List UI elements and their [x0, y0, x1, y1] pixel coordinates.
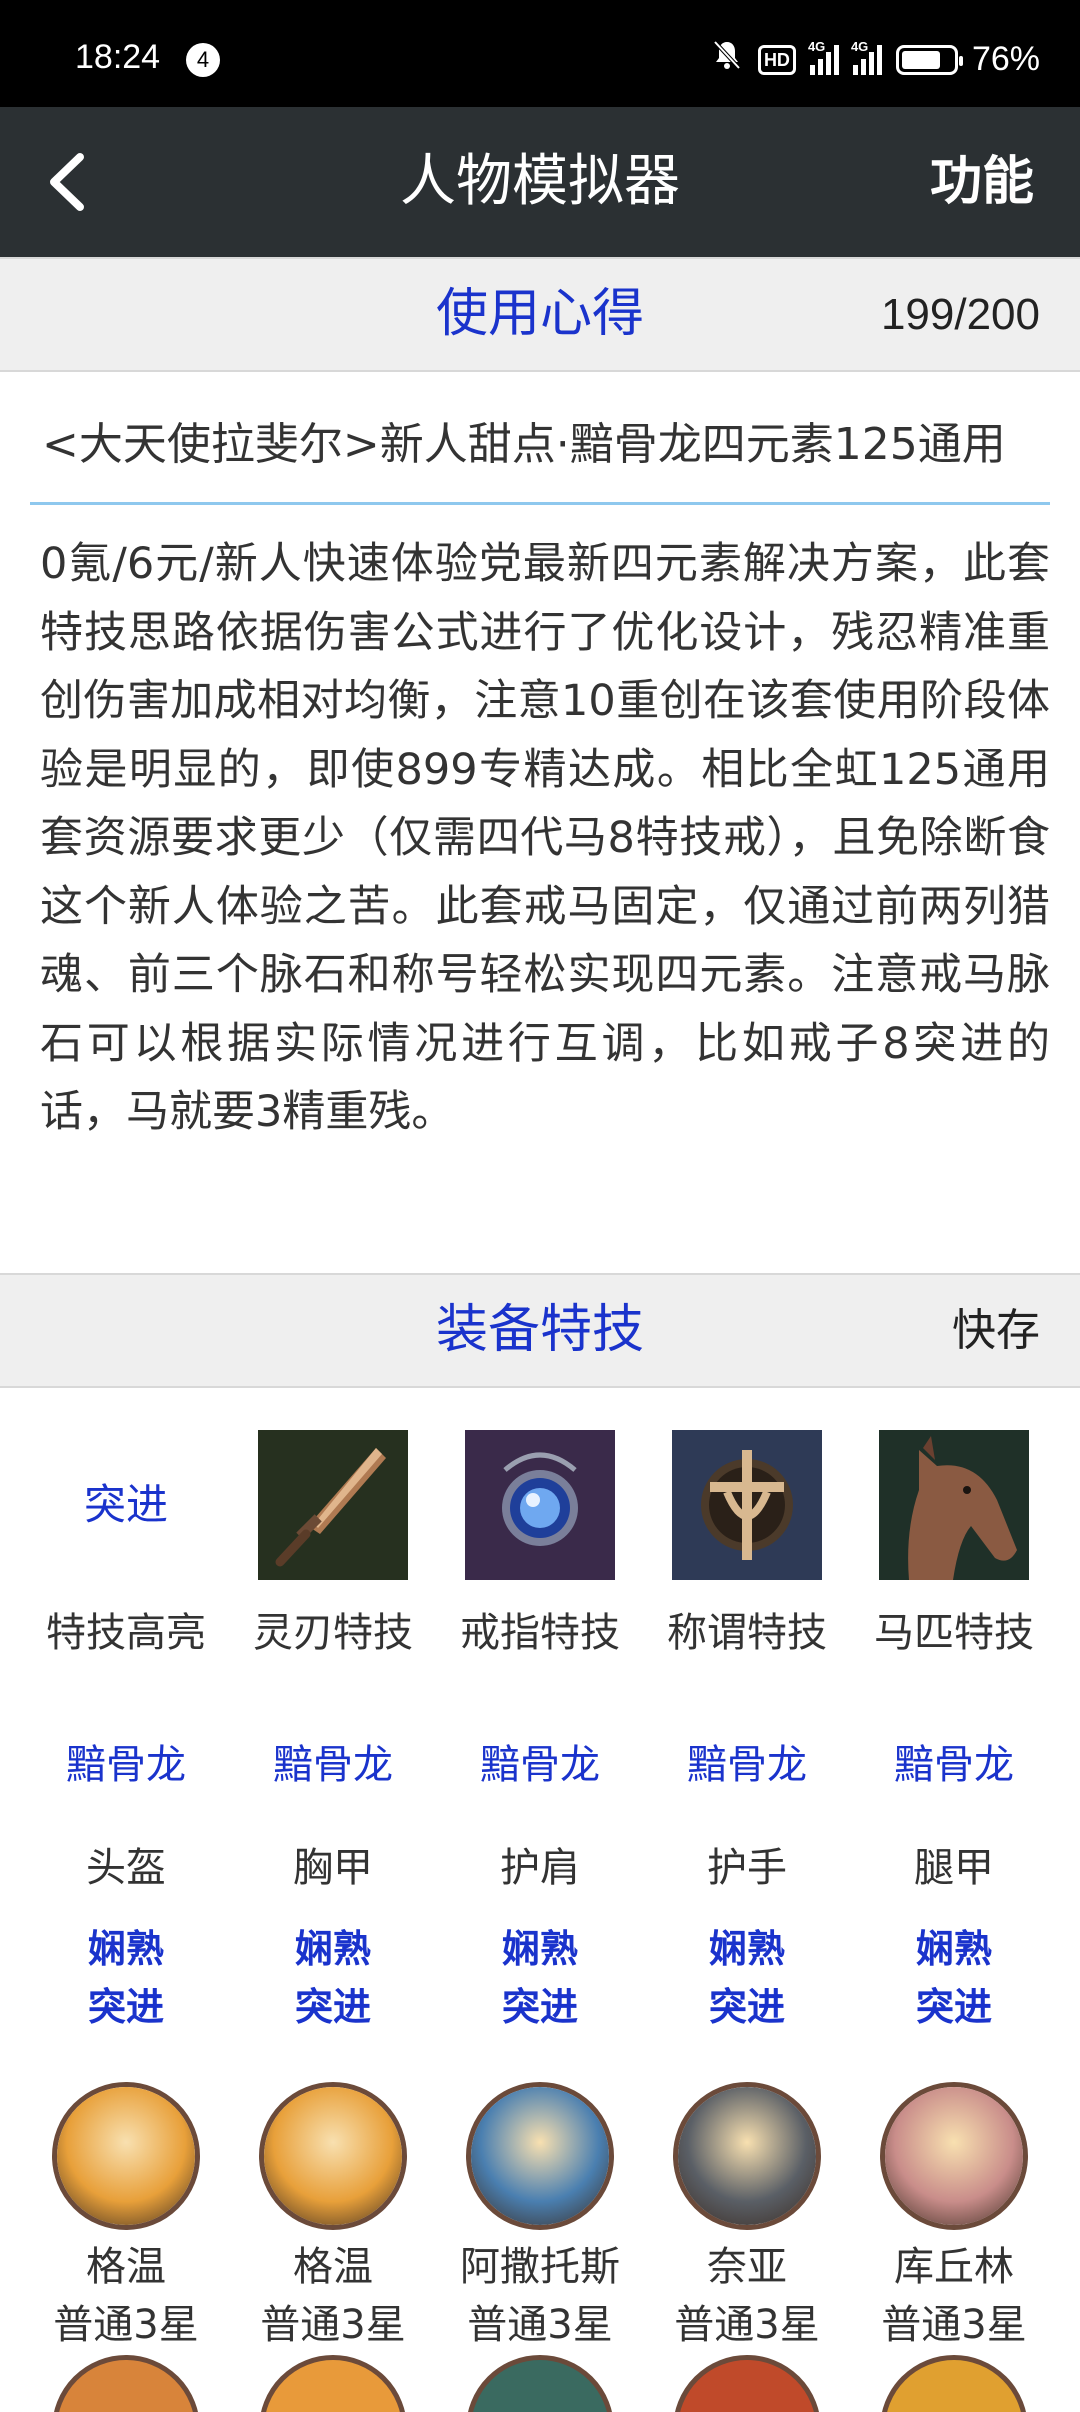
armor-mod-2[interactable]: 突进 — [437, 1978, 643, 2036]
hero-avatar[interactable] — [52, 2082, 200, 2230]
hero-slot-1[interactable]: 格温 普通3星 — [23, 2082, 229, 2354]
signal-icon: 4G — [808, 39, 839, 75]
character-counter: 199/200 — [880, 290, 1040, 339]
hero-slot-3[interactable]: 阿撒托斯 普通3星 — [437, 2082, 643, 2354]
notes-section-header: 使用心得 199/200 — [0, 257, 1080, 372]
hero-avatar[interactable] — [259, 2082, 407, 2230]
armor-slot-shoulder[interactable]: 黯骨龙 护肩 娴熟 突进 — [437, 1735, 643, 2036]
hero-avatar[interactable] — [466, 2082, 614, 2230]
armor-mod-2[interactable]: 突进 — [23, 1978, 229, 2036]
hd-icon: HD — [757, 44, 796, 75]
armor-mod-2[interactable]: 突进 — [644, 1978, 850, 2036]
armor-set-name[interactable]: 黯骨龙 — [851, 1735, 1057, 1795]
hero-slot-4[interactable]: 奈亚 普通3星 — [644, 2082, 850, 2354]
skill-label: 戒指特技 — [460, 1610, 620, 1656]
hero-name: 阿撒托斯 — [460, 2244, 620, 2290]
hero-avatar[interactable] — [673, 2355, 821, 2412]
armor-mod-1[interactable]: 娴熟 — [644, 1920, 850, 1978]
hero-avatar[interactable] — [673, 2082, 821, 2230]
skill-highlight-value[interactable]: 突进 — [51, 1430, 201, 1580]
armor-mod-1[interactable]: 娴熟 — [230, 1920, 436, 1978]
hero-avatar[interactable] — [880, 2355, 1028, 2412]
hero-avatar[interactable] — [52, 2355, 200, 2412]
armor-slot-label: 头盔 — [86, 1845, 166, 1891]
hero-avatar[interactable] — [880, 2082, 1028, 2230]
armor-mod-1[interactable]: 娴熟 — [851, 1920, 1057, 1978]
hero-grade: 普通3星 — [467, 2302, 613, 2348]
blade-skill-cell[interactable]: 灵刃特技 — [230, 1430, 436, 1658]
hero-grade: 普通3星 — [53, 2302, 199, 2348]
hero-name: 格温 — [86, 2244, 166, 2290]
battery-fill — [901, 50, 940, 69]
hero-avatar[interactable] — [466, 2355, 614, 2412]
skill-label: 称谓特技 — [667, 1610, 827, 1656]
armor-mod-1[interactable]: 娴熟 — [437, 1920, 643, 1978]
quick-save-button[interactable]: 快存 — [952, 1275, 1040, 1386]
hero-slot-5[interactable]: 库丘林 普通3星 — [851, 2082, 1057, 2354]
armor-set-name[interactable]: 黯骨龙 — [23, 1735, 229, 1795]
armor-slot-label: 护肩 — [500, 1845, 580, 1891]
status-bar: 18:24 4 HD 4G 4G 76% — [0, 0, 1080, 107]
armor-slot-label: 胸甲 — [293, 1845, 373, 1891]
battery-icon — [895, 44, 963, 75]
battery-percent: 76% — [971, 40, 1040, 78]
dagger-icon[interactable] — [258, 1430, 408, 1580]
build-title-input[interactable]: <大天使拉斐尔>新人甜点·黯骨龙四元素125通用 — [30, 395, 1050, 505]
armor-slot-gloves[interactable]: 黯骨龙 护手 娴熟 突进 — [644, 1735, 850, 2036]
armor-mod-2[interactable]: 突进 — [230, 1978, 436, 2036]
signal-icon-2: 4G — [851, 39, 882, 75]
hero-grade: 普通3星 — [674, 2302, 820, 2348]
ring-icon[interactable] — [465, 1430, 615, 1580]
page-title: 人物模拟器 — [400, 149, 680, 214]
notification-count-badge: 4 — [186, 43, 220, 77]
armor-set-name[interactable]: 黯骨龙 — [644, 1735, 850, 1795]
armor-slot-label: 护手 — [707, 1845, 787, 1891]
horse-skill-cell[interactable]: 马匹特技 — [851, 1430, 1057, 1658]
skill-label: 灵刃特技 — [253, 1610, 413, 1656]
hero-name: 库丘林 — [894, 2244, 1014, 2290]
hero-name: 格温 — [293, 2244, 373, 2290]
armor-mod-2[interactable]: 突进 — [851, 1978, 1057, 2036]
hero-avatar[interactable] — [259, 2355, 407, 2412]
armor-slot-helmet[interactable]: 黯骨龙 头盔 娴熟 突进 — [23, 1735, 229, 2036]
hero-grade: 普通3星 — [260, 2302, 406, 2348]
hero-grade: 普通3星 — [881, 2302, 1027, 2348]
build-description[interactable]: 0氪/6元/新人快速体验党最新四元素解决方案，此套特技思路依据伤害公式进行了优化… — [40, 530, 1050, 1147]
function-menu-button[interactable]: 功能 — [930, 107, 1034, 257]
hero-name: 奈亚 — [707, 2244, 787, 2290]
skill-label: 特技高亮 — [46, 1610, 206, 1656]
armor-slot-chest[interactable]: 黯骨龙 胸甲 娴熟 突进 — [230, 1735, 436, 2036]
armor-mod-1[interactable]: 娴熟 — [23, 1920, 229, 1978]
hero-slot-2[interactable]: 格温 普通3星 — [230, 2082, 436, 2354]
armor-slot-label: 腿甲 — [914, 1845, 994, 1891]
title-emblem-icon[interactable] — [672, 1430, 822, 1580]
armor-set-name[interactable]: 黯骨龙 — [437, 1735, 643, 1795]
skill-label: 马匹特技 — [874, 1610, 1034, 1656]
equip-section-title: 装备特技 — [435, 1300, 644, 1360]
armor-set-name[interactable]: 黯骨龙 — [230, 1735, 436, 1795]
armor-slot-legs[interactable]: 黯骨龙 腿甲 娴熟 突进 — [851, 1735, 1057, 2036]
network-type-2: 4G — [850, 38, 869, 54]
skill-highlight-cell[interactable]: 突进 特技高亮 — [23, 1430, 229, 1658]
ring-skill-cell[interactable]: 戒指特技 — [437, 1430, 643, 1658]
mute-bell-icon — [710, 38, 744, 81]
horse-icon[interactable] — [879, 1430, 1029, 1580]
network-type-1: 4G — [807, 38, 826, 54]
app-header: 人物模拟器 功能 — [0, 107, 1080, 257]
status-time: 18:24 — [75, 38, 161, 76]
title-skill-cell[interactable]: 称谓特技 — [644, 1430, 850, 1658]
equip-section-header: 装备特技 快存 — [0, 1273, 1080, 1388]
